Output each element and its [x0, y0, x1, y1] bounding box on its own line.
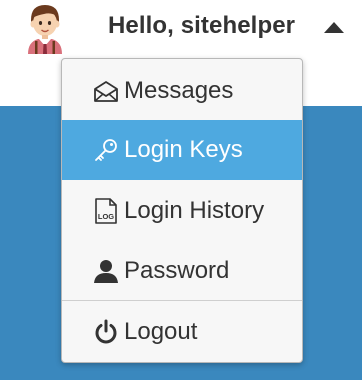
menu-item-password[interactable]: Password: [62, 241, 302, 301]
power-icon: [92, 318, 120, 346]
menu-item-logout[interactable]: Logout: [62, 302, 302, 362]
menu-item-login-keys[interactable]: Login Keys: [62, 120, 302, 180]
svg-text:LOG: LOG: [98, 212, 114, 221]
user-dropdown-menu: Messages Login Keys LOG Login History Pa…: [61, 58, 303, 363]
user-icon: [92, 257, 120, 285]
menu-item-login-keys-label: Login Keys: [124, 136, 243, 163]
user-avatar-icon[interactable]: [22, 2, 68, 54]
menu-divider: [62, 300, 302, 301]
caret-up-icon[interactable]: [322, 20, 346, 34]
menu-item-login-history-label: Login History: [124, 197, 265, 224]
menu-item-messages[interactable]: Messages: [62, 61, 302, 121]
menu-item-messages-label: Messages: [124, 77, 234, 104]
greeting-text: Hello, sitehelper: [108, 12, 296, 39]
key-icon: [92, 136, 120, 164]
menu-item-password-label: Password: [124, 257, 230, 284]
menu-item-login-history[interactable]: LOG Login History: [62, 181, 302, 241]
menu-item-logout-label: Logout: [124, 318, 198, 345]
envelope-icon: [92, 77, 120, 105]
log-file-icon: LOG: [92, 197, 120, 225]
